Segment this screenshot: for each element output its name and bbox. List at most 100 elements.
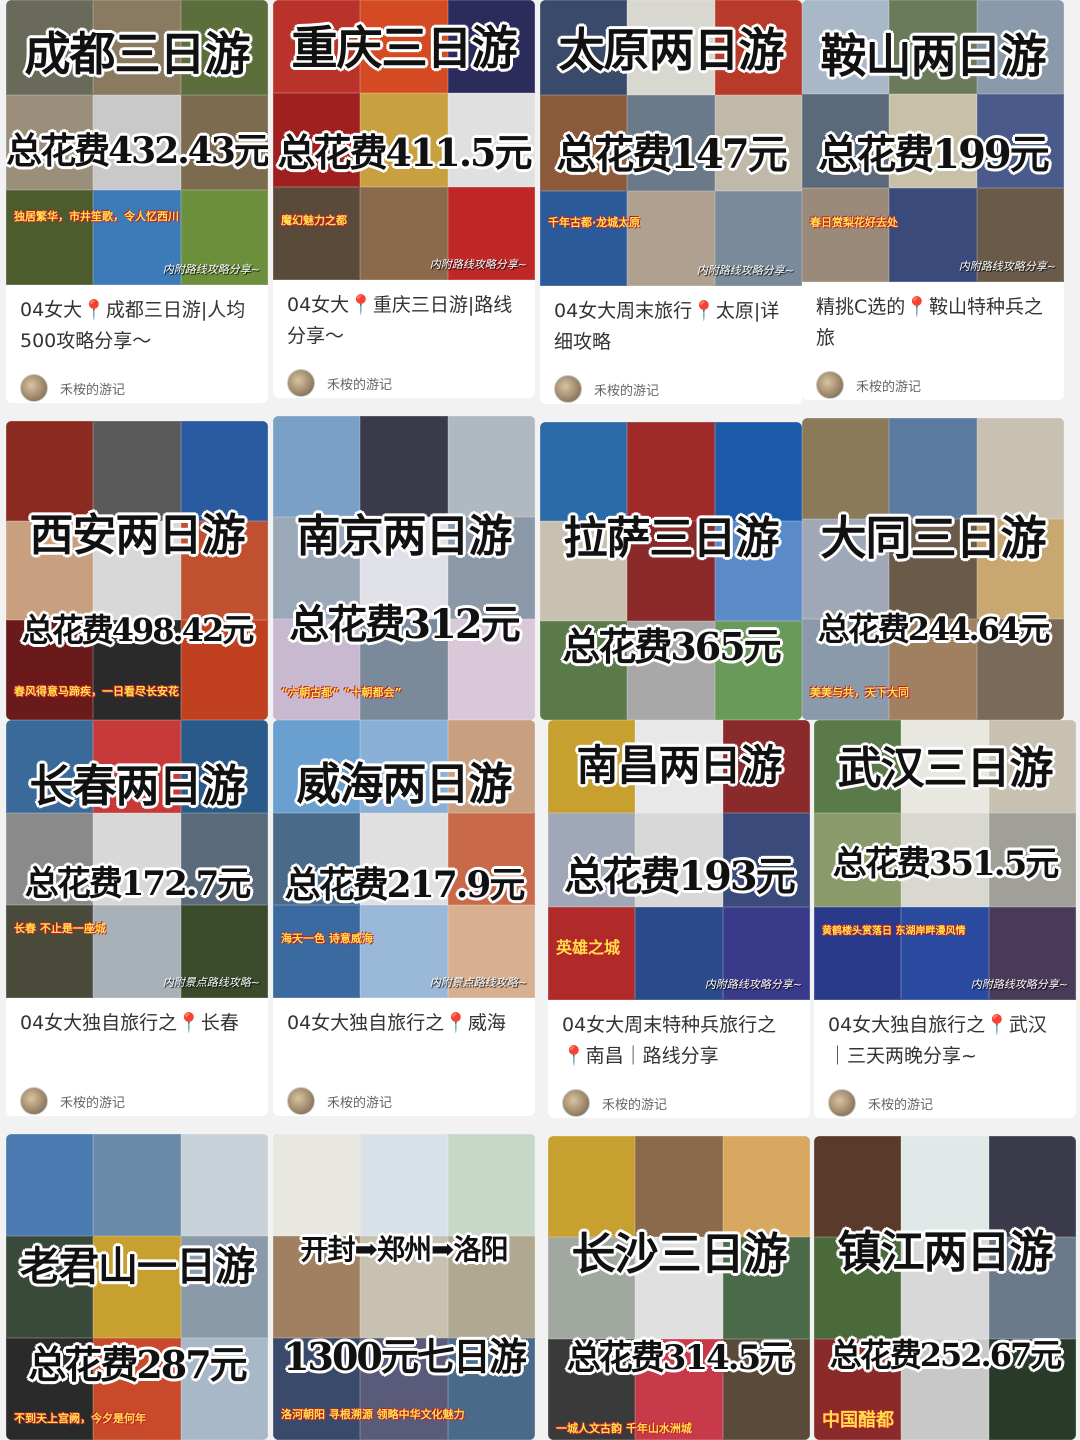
note-card[interactable]: 镇江两日游 总花费252.67元 中国醋都 — [814, 1136, 1076, 1440]
cover-cost: 总花费314.5元 — [566, 1338, 793, 1378]
avatar[interactable] — [554, 375, 582, 403]
cover-tagline: 美美与共，天下大同 — [810, 686, 909, 699]
author-row[interactable]: 禾桉的游记 — [20, 1086, 254, 1116]
cover-footer-note: 内附路线攻略分享~ — [162, 263, 260, 276]
note-card[interactable]: 武汉三日游 总花费351.5元 黄鹤楼头赏落日 东湖岸畔漫风情 内附路线攻略分享… — [814, 720, 1076, 1118]
author-row[interactable]: 禾桉的游记 — [20, 373, 254, 403]
cover-cost: 总花费244.64元 — [817, 610, 1050, 648]
author-row[interactable]: 禾桉的游记 — [554, 374, 788, 404]
cover-footer-note: 内附路线攻略分享~ — [970, 978, 1068, 991]
cover-title: 长春两日游 — [29, 761, 246, 812]
avatar[interactable] — [20, 1087, 48, 1115]
note-card[interactable]: 鞍山两日游 总花费199元 春日赏梨花好去处 内附路线攻略分享~ 精挑C选的📍鞍… — [802, 0, 1064, 400]
location-pin-icon: 📍 — [905, 296, 929, 318]
cover-title: 成都三日游 — [24, 27, 251, 81]
note-title[interactable]: 04女大周末特种兵旅行之📍南昌｜路线分享 — [562, 1010, 796, 1074]
photo-collage — [548, 1136, 810, 1440]
cover-title: 拉萨三日游 — [563, 513, 780, 564]
cover-image[interactable]: 南京两日游 总花费312元 “六朝古都” “十朝都会” — [273, 416, 535, 720]
cover-title: 南京两日游 — [296, 511, 513, 562]
author-name[interactable]: 禾桉的游记 — [594, 380, 659, 399]
cover-cost: 总花费351.5元 — [832, 844, 1059, 884]
cover-image[interactable]: 长春两日游 总花费172.7元 长春 不止是一座城 内附景点路线攻略~ — [6, 720, 268, 998]
cover-tagline: 海天一色 诗意威海 — [281, 932, 373, 945]
note-card[interactable]: 开封➡郑州➡洛阳 1300元七日游 洛河朝阳 寻根溯源 领略中华文化魅力 — [273, 1134, 535, 1440]
author-name[interactable]: 禾桉的游记 — [60, 1092, 125, 1111]
cover-tagline: 黄鹤楼头赏落日 东湖岸畔漫风情 — [822, 926, 966, 937]
cover-image[interactable]: 重庆三日游 总花费411.5元 魔幻魅力之都 内附路线攻略分享~ — [273, 0, 535, 280]
cover-tagline: 一城人文古韵 千年山水洲城 — [556, 1422, 692, 1435]
note-card[interactable]: 长沙三日游 总花费314.5元 一城人文古韵 千年山水洲城 — [548, 1136, 810, 1440]
author-name[interactable]: 禾桉的游记 — [602, 1094, 667, 1113]
note-title[interactable]: 精挑C选的📍鞍山特种兵之旅 — [816, 292, 1050, 356]
avatar[interactable] — [562, 1089, 590, 1117]
avatar[interactable] — [287, 1087, 315, 1115]
note-title[interactable]: 04女大独自旅行之📍长春 — [20, 1008, 254, 1072]
note-title[interactable]: 04女大📍重庆三日游|路线分享～ — [287, 290, 521, 354]
cover-title: 鞍山两日游 — [820, 29, 1047, 83]
cover-cost: 总花费193元 — [564, 853, 796, 900]
note-card[interactable]: 拉萨三日游 总花费365元 — [540, 422, 802, 720]
note-card[interactable]: 太原两日游 总花费147元 千年古都·龙城太原 内附路线攻略分享~ 04女大周末… — [540, 0, 802, 404]
author-name[interactable]: 禾桉的游记 — [868, 1094, 933, 1113]
cover-cost: 总花费172.7元 — [24, 864, 251, 904]
cover-footer-note: 内附路线攻略分享~ — [429, 258, 527, 271]
author-row[interactable]: 禾桉的游记 — [287, 1086, 521, 1116]
note-title[interactable]: 04女大独自旅行之📍武汉｜三天两晚分享~ — [828, 1010, 1062, 1074]
cover-title: 开封➡郑州➡洛阳 — [300, 1233, 509, 1266]
note-card[interactable]: 威海两日游 总花费217.9元 海天一色 诗意威海 内附景点路线攻略~ 04女大… — [273, 720, 535, 1116]
author-row[interactable]: 禾桉的游记 — [562, 1088, 796, 1118]
cover-image[interactable]: 鞍山两日游 总花费199元 春日赏梨花好去处 内附路线攻略分享~ — [802, 0, 1064, 282]
cover-cost: 总花费199元 — [818, 131, 1050, 178]
cover-image[interactable]: 西安两日游 总花费498.42元 春风得意马蹄疾，一日看尽长安花 — [6, 421, 268, 720]
note-card[interactable]: 成都三日游 总花费432.43元 独居繁华，市井笙歌，令人忆西川 内附路线攻略分… — [6, 0, 268, 403]
cover-image[interactable]: 长沙三日游 总花费314.5元 一城人文古韵 千年山水洲城 — [548, 1136, 810, 1440]
cover-tagline: 春日赏梨花好去处 — [810, 216, 898, 229]
cover-image[interactable]: 老君山一日游 总花费287元 不到天上宫阙，今夕是何年 — [6, 1134, 268, 1440]
note-title[interactable]: 04女大周末旅行📍太原|详细攻略 — [554, 296, 788, 360]
avatar[interactable] — [20, 374, 48, 402]
author-row[interactable]: 禾桉的游记 — [287, 368, 521, 398]
cover-image[interactable]: 威海两日游 总花费217.9元 海天一色 诗意威海 内附景点路线攻略~ — [273, 720, 535, 998]
cover-tagline: 千年古都·龙城太原 — [548, 216, 641, 229]
author-row[interactable]: 禾桉的游记 — [816, 370, 1050, 400]
cover-image[interactable]: 武汉三日游 总花费351.5元 黄鹤楼头赏落日 东湖岸畔漫风情 内附路线攻略分享… — [814, 720, 1076, 1000]
avatar[interactable] — [816, 371, 844, 399]
author-name[interactable]: 禾桉的游记 — [60, 379, 125, 398]
photo-collage — [814, 1136, 1076, 1440]
note-card[interactable]: 大同三日游 总花费244.64元 美美与共，天下大同 — [802, 418, 1064, 720]
note-card[interactable]: 长春两日游 总花费172.7元 长春 不止是一座城 内附景点路线攻略~ 04女大… — [6, 720, 268, 1116]
cover-image[interactable]: 镇江两日游 总花费252.67元 中国醋都 — [814, 1136, 1076, 1440]
avatar[interactable] — [287, 369, 315, 397]
cover-title: 武汉三日游 — [837, 743, 1054, 794]
note-card[interactable]: 西安两日游 总花费498.42元 春风得意马蹄疾，一日看尽长安花 — [6, 421, 268, 720]
note-card[interactable]: 老君山一日游 总花费287元 不到天上宫阙，今夕是何年 — [6, 1134, 268, 1440]
cover-tagline: 洛河朝阳 寻根溯源 领略中华文化魅力 — [281, 1408, 465, 1421]
cover-cost: 总花费411.5元 — [277, 130, 533, 175]
author-row[interactable]: 禾桉的游记 — [828, 1088, 1062, 1118]
cover-tagline: 独居繁华，市井笙歌，令人忆西川 — [14, 210, 179, 223]
cover-title: 太原两日游 — [558, 23, 785, 77]
cover-image[interactable]: 开封➡郑州➡洛阳 1300元七日游 洛河朝阳 寻根溯源 领略中华文化魅力 — [273, 1134, 535, 1440]
cover-tagline: 魔幻魅力之都 — [281, 214, 347, 227]
author-name[interactable]: 禾桉的游记 — [327, 374, 392, 393]
cover-image[interactable]: 太原两日游 总花费147元 千年古都·龙城太原 内附路线攻略分享~ — [540, 0, 802, 286]
cover-tagline: 长春 不止是一座城 — [14, 922, 106, 935]
cover-image[interactable]: 南昌两日游 总花费193元 英雄之城 内附路线攻略分享~ — [548, 720, 810, 1000]
avatar[interactable] — [828, 1089, 856, 1117]
note-card[interactable]: 重庆三日游 总花费411.5元 魔幻魅力之都 内附路线攻略分享~ 04女大📍重庆… — [273, 0, 535, 398]
cover-image[interactable]: 拉萨三日游 总花费365元 — [540, 422, 802, 720]
note-card[interactable]: 南昌两日游 总花费193元 英雄之城 内附路线攻略分享~ 04女大周末特种兵旅行… — [548, 720, 810, 1118]
cover-tagline: 春风得意马蹄疾，一日看尽长安花 — [14, 685, 179, 698]
author-name[interactable]: 禾桉的游记 — [327, 1092, 392, 1111]
cover-image[interactable]: 成都三日游 总花费432.43元 独居繁华，市井笙歌，令人忆西川 内附路线攻略分… — [6, 0, 268, 285]
cover-image[interactable]: 大同三日游 总花费244.64元 美美与共，天下大同 — [802, 418, 1064, 720]
cover-cost: 总花费147元 — [556, 131, 788, 178]
author-name[interactable]: 禾桉的游记 — [856, 376, 921, 395]
note-title[interactable]: 04女大📍成都三日游|人均500攻略分享～ — [20, 295, 254, 359]
cover-cost: 总花费365元 — [562, 624, 781, 669]
note-title[interactable]: 04女大独自旅行之📍威海 — [287, 1008, 521, 1072]
cover-cost: 1300元七日游 — [283, 1334, 527, 1379]
cover-tagline: 英雄之城 — [556, 938, 621, 957]
note-card[interactable]: 南京两日游 总花费312元 “六朝古都” “十朝都会” — [273, 416, 535, 720]
